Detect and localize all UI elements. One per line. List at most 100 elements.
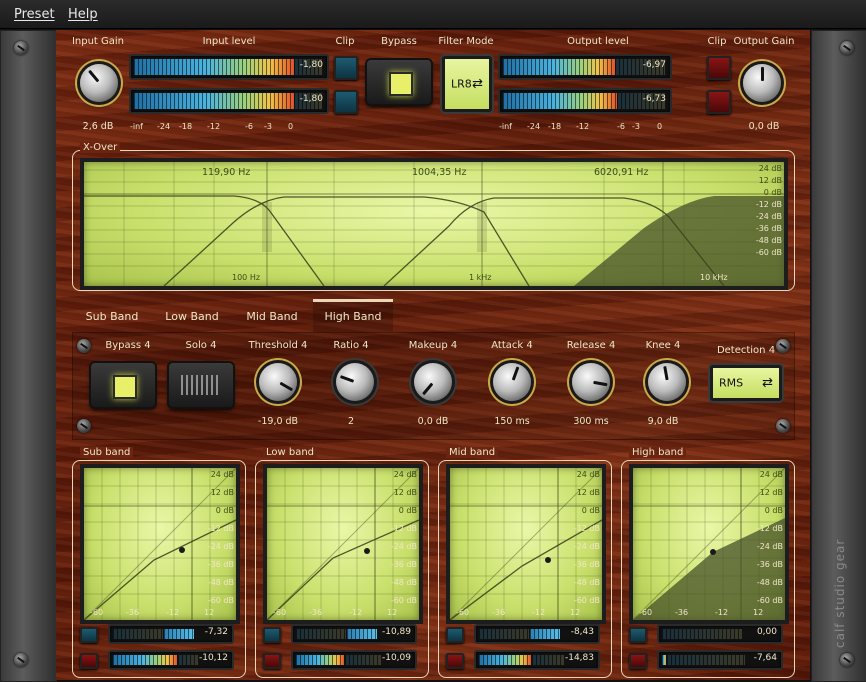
band-x-tick: -12 [166,608,180,617]
chip-icon [389,72,413,96]
band-meter-2: -14,83 [474,650,600,670]
knee-4-value: 9,0 dB [647,416,679,427]
makeup-4-value: 0,0 dB [417,416,449,427]
band-graph[interactable]: 24 dB 12 dB 0 dB -12 dB -24 dB -36 dB -48 dB -6… [629,464,789,624]
band-db-tick: 0 dB [581,506,600,515]
calf-logo: calf studio gear [833,538,847,648]
solo-4-button[interactable] [169,363,233,407]
detection-4-button[interactable]: RMS ⇄ [710,365,782,401]
band-clip-button[interactable] [629,627,647,643]
tab-low-band[interactable]: Low Band [152,302,232,332]
bypass-button[interactable] [367,60,431,104]
tab-mid-band[interactable]: Mid Band [232,302,312,332]
band-tabs: Sub Band Low Band Mid Band High Band [72,299,402,332]
output-gain-knob[interactable] [743,64,781,102]
band-meter-2: -10,12 [108,650,234,670]
ratio-4-knob[interactable] [336,363,374,401]
band-x-tick: -36 [126,608,140,617]
bypass-4-label: Bypass 4 [105,340,151,351]
band-db-tick: 0 dB [764,506,783,515]
band-meter-1-value: -10,89 [381,627,411,637]
threshold-4-value: -19,0 dB [257,416,299,427]
screw-icon [840,41,854,55]
menu-preset[interactable]: Preset [14,7,55,22]
band-x-tick: 12 [570,608,581,617]
band-meter-2-value: -14,83 [564,653,594,663]
screw-icon [77,339,91,353]
waveform-icon [181,375,221,395]
band-db-tick: -48 dB [756,578,783,587]
band-clip-button[interactable] [263,627,281,643]
xover-graph[interactable]: 119,90 Hz 1004,35 Hz 6020,91 Hz 100 Hz 1… [80,158,788,290]
band-db-tick: -60 dB [207,596,234,605]
output-clip-right-button[interactable] [707,90,731,114]
band-db-tick: 0 dB [398,506,417,515]
band-x-tick: -60 [90,608,104,617]
screw-icon [14,653,28,667]
band-db-tick: -24 dB [756,542,783,551]
input-clip-left-button[interactable] [334,56,358,80]
band-graph[interactable]: 24 dB 12 dB 0 dB -12 dB -24 dB -36 dB -48 dB -6… [80,464,240,624]
output-gain-value: 0,0 dB [748,121,780,132]
band-meter-1: -10,89 [291,624,417,644]
left-rack-rail [0,30,57,682]
screw-icon [77,419,91,433]
band-db-tick: 0 dB [215,506,234,515]
band-db-tick: 24 dB [576,470,600,479]
band-x-tick: -12 [715,608,729,617]
band-db-tick: -12 dB [207,524,234,533]
band-clip-button[interactable] [263,653,281,669]
band-db-tick: 12 dB [759,488,783,497]
band-controls-panel: Bypass 4 Solo 4 Threshold 4 -19,0 dB Rat… [72,332,795,440]
input-gain-knob[interactable] [80,64,118,102]
input-clip-label: Clip [335,36,355,47]
band-db-tick: 24 dB [393,470,417,479]
band-db-tick: 24 dB [759,470,783,479]
band-db-tick: -36 dB [756,560,783,569]
tab-sub-band[interactable]: Sub Band [72,302,152,332]
menu-bar: Preset Help [0,0,866,29]
filter-mode-label: Filter Mode [438,36,494,47]
tab-high-band[interactable]: High Band [313,299,393,332]
band-clip-button[interactable] [446,627,464,643]
input-gain-label: Input Gain [71,36,125,47]
band-clip-button[interactable] [446,653,464,669]
ratio-4-label: Ratio 4 [333,340,369,351]
band-meter-1: -7,32 [108,624,234,644]
band-meter-2-value: -10,09 [381,653,411,663]
ratio-4-value: 2 [347,416,355,427]
band-x-tick: -12 [349,608,363,617]
band-clip-button[interactable] [629,653,647,669]
band-x-tick: -60 [639,608,653,617]
xover-freq-2: 1004,35 Hz [412,167,467,178]
filter-mode-button[interactable]: LR8 ⇄ [442,56,492,112]
output-meter-left-value: -6,97 [642,60,666,70]
band-db-tick: -24 dB [207,542,234,551]
band-graph[interactable]: 24 dB 12 dB 0 dB -12 dB -24 dB -36 dB -48 dB -6… [446,464,606,624]
xover-curves [84,162,784,286]
output-clip-left-button[interactable] [707,56,731,80]
band-meter-1-value: -8,43 [570,627,594,637]
knee-4-knob[interactable] [648,363,686,401]
band-x-tick: 12 [387,608,398,617]
bypass-4-button[interactable] [91,363,155,407]
detection-4-label: Detection 4 [716,345,776,356]
attack-4-knob[interactable] [493,363,531,401]
band-db-tick: -48 dB [390,578,417,587]
band-meter-2-value: -7,64 [753,653,777,663]
band-graph[interactable]: 24 dB 12 dB 0 dB -12 dB -24 dB -36 dB -48 dB -6… [263,464,423,624]
output-meter-left: -6,97 [498,54,672,80]
knee-4-label: Knee 4 [645,340,681,351]
release-4-knob[interactable] [572,363,610,401]
band-clip-button[interactable] [80,653,98,669]
band-db-tick: -24 dB [573,542,600,551]
makeup-4-knob[interactable] [414,363,452,401]
input-clip-right-button[interactable] [334,90,358,114]
band-clip-button[interactable] [80,627,98,643]
threshold-4-knob[interactable] [259,363,297,401]
band-db-tick: -12 dB [756,524,783,533]
menu-help[interactable]: Help [68,7,98,22]
output-clip-label: Clip [707,36,727,47]
band-db-tick: -12 dB [390,524,417,533]
xover-freq-3: 6020,91 Hz [594,167,649,178]
